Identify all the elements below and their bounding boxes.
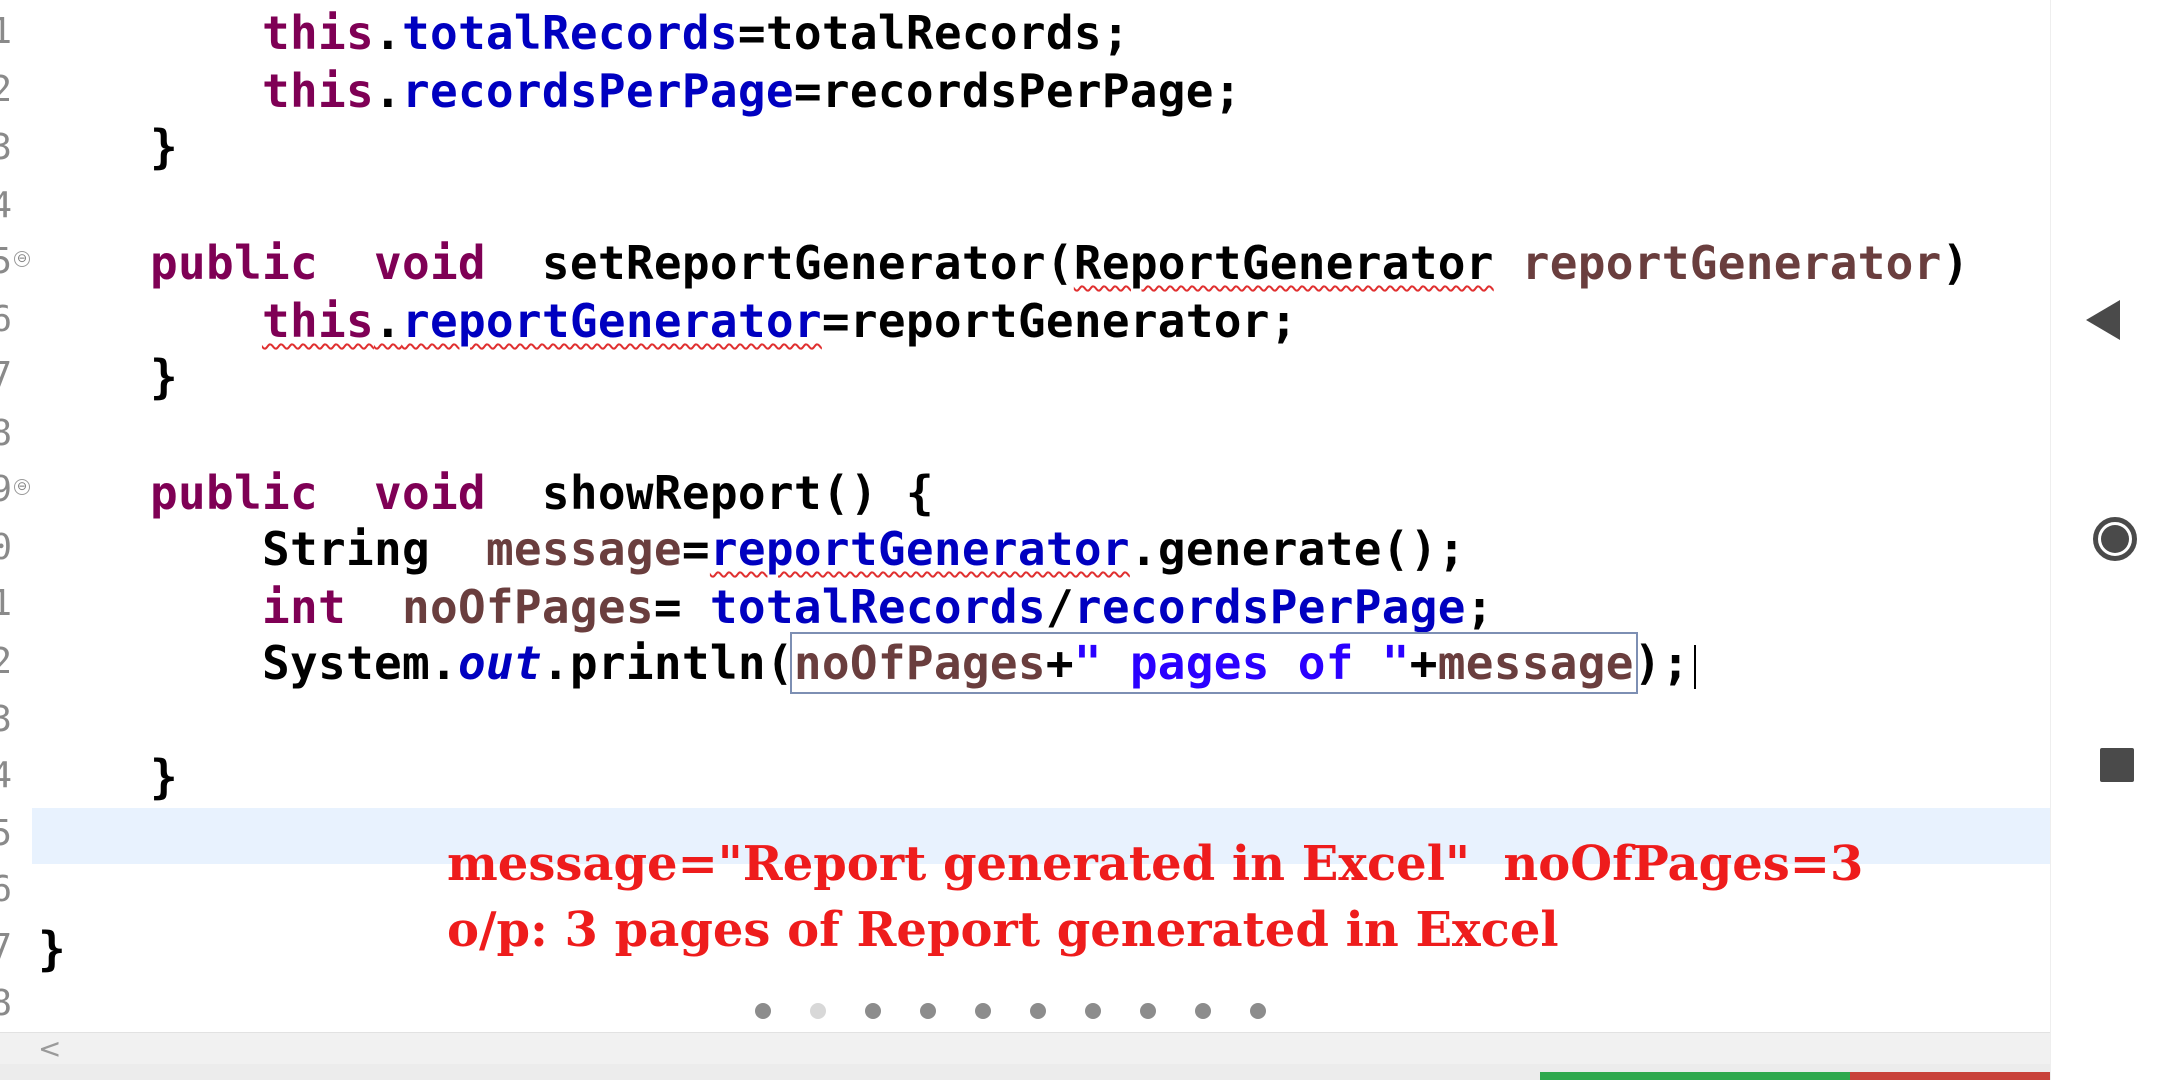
page-dot-active[interactable]	[810, 1003, 826, 1019]
line-number: 2	[0, 69, 12, 110]
status-strip-segment	[1850, 1072, 2050, 1080]
page-dot[interactable]	[1085, 1003, 1101, 1019]
page-dot[interactable]	[865, 1003, 881, 1019]
code-editor[interactable]: 1 2 3 4 5 6 7 8 9 0 1 2 3 4 5 6 7 8 ⊖ ⊖ …	[0, 0, 2050, 1080]
page-dot[interactable]	[755, 1003, 771, 1019]
code-line: }	[38, 922, 66, 976]
line-number: 6	[0, 869, 12, 910]
code-line: }	[38, 350, 178, 404]
code-line: }	[38, 750, 178, 804]
code-line: public void showReport() {	[149, 466, 934, 520]
page-indicator	[755, 1003, 1266, 1019]
line-number: 9	[0, 469, 12, 510]
code-line: public void setReportGenerator(ReportGen…	[149, 236, 1970, 290]
back-triangle-icon[interactable]	[2086, 300, 2120, 340]
code-line: this.reportGenerator=reportGenerator;	[261, 294, 1298, 348]
status-strip-segment	[1540, 1072, 1850, 1080]
recents-square-icon[interactable]	[2100, 748, 2134, 782]
code-line: }	[38, 120, 178, 174]
text-cursor	[1693, 644, 1696, 689]
page-dot[interactable]	[1140, 1003, 1156, 1019]
page-dot[interactable]	[1250, 1003, 1266, 1019]
line-number: 4	[0, 755, 12, 796]
line-number: 3	[0, 699, 12, 740]
line-number: 4	[0, 185, 12, 226]
fold-collapse-icon[interactable]: ⊖	[14, 479, 30, 495]
code-line: String message=reportGenerator.generate(…	[261, 522, 1466, 576]
line-number: 7	[0, 355, 12, 396]
page-dot[interactable]	[1030, 1003, 1046, 1019]
line-number: 6	[0, 299, 12, 340]
line-number: 0	[0, 527, 12, 568]
code-line: int noOfPages= totalRecords/recordsPerPa…	[261, 580, 1494, 634]
horizontal-scrollbar[interactable]: <	[0, 1032, 2050, 1065]
code-line: this.totalRecords=totalRecords;	[261, 6, 1130, 60]
home-circle-inner	[2101, 525, 2129, 553]
code-line: this.recordsPerPage=recordsPerPage;	[261, 64, 1242, 118]
line-number: 7	[0, 927, 12, 968]
selected-expression[interactable]: noOfPages+" pages of "+message	[789, 632, 1638, 694]
line-number: 5	[0, 813, 12, 854]
line-number: 3	[0, 127, 12, 168]
line-number: 2	[0, 641, 12, 682]
fold-collapse-icon[interactable]: ⊖	[14, 251, 30, 267]
line-number: 1	[0, 583, 12, 624]
annotation-line-2: o/p: 3 pages of Report generated in Exce…	[447, 902, 1559, 958]
annotation-line-1: message="Report generated in Excel" noOf…	[447, 836, 1864, 892]
code-line: System.out.println(noOfPages+" pages of …	[38, 632, 1696, 694]
page-dot[interactable]	[920, 1003, 936, 1019]
page-dot[interactable]	[975, 1003, 991, 1019]
line-number: 8	[0, 413, 12, 454]
page-dot[interactable]	[1195, 1003, 1211, 1019]
line-number: 1	[0, 11, 12, 52]
scroll-left-icon[interactable]: <	[38, 1033, 61, 1065]
line-number: 8	[0, 983, 12, 1024]
line-number: 5	[0, 241, 12, 282]
